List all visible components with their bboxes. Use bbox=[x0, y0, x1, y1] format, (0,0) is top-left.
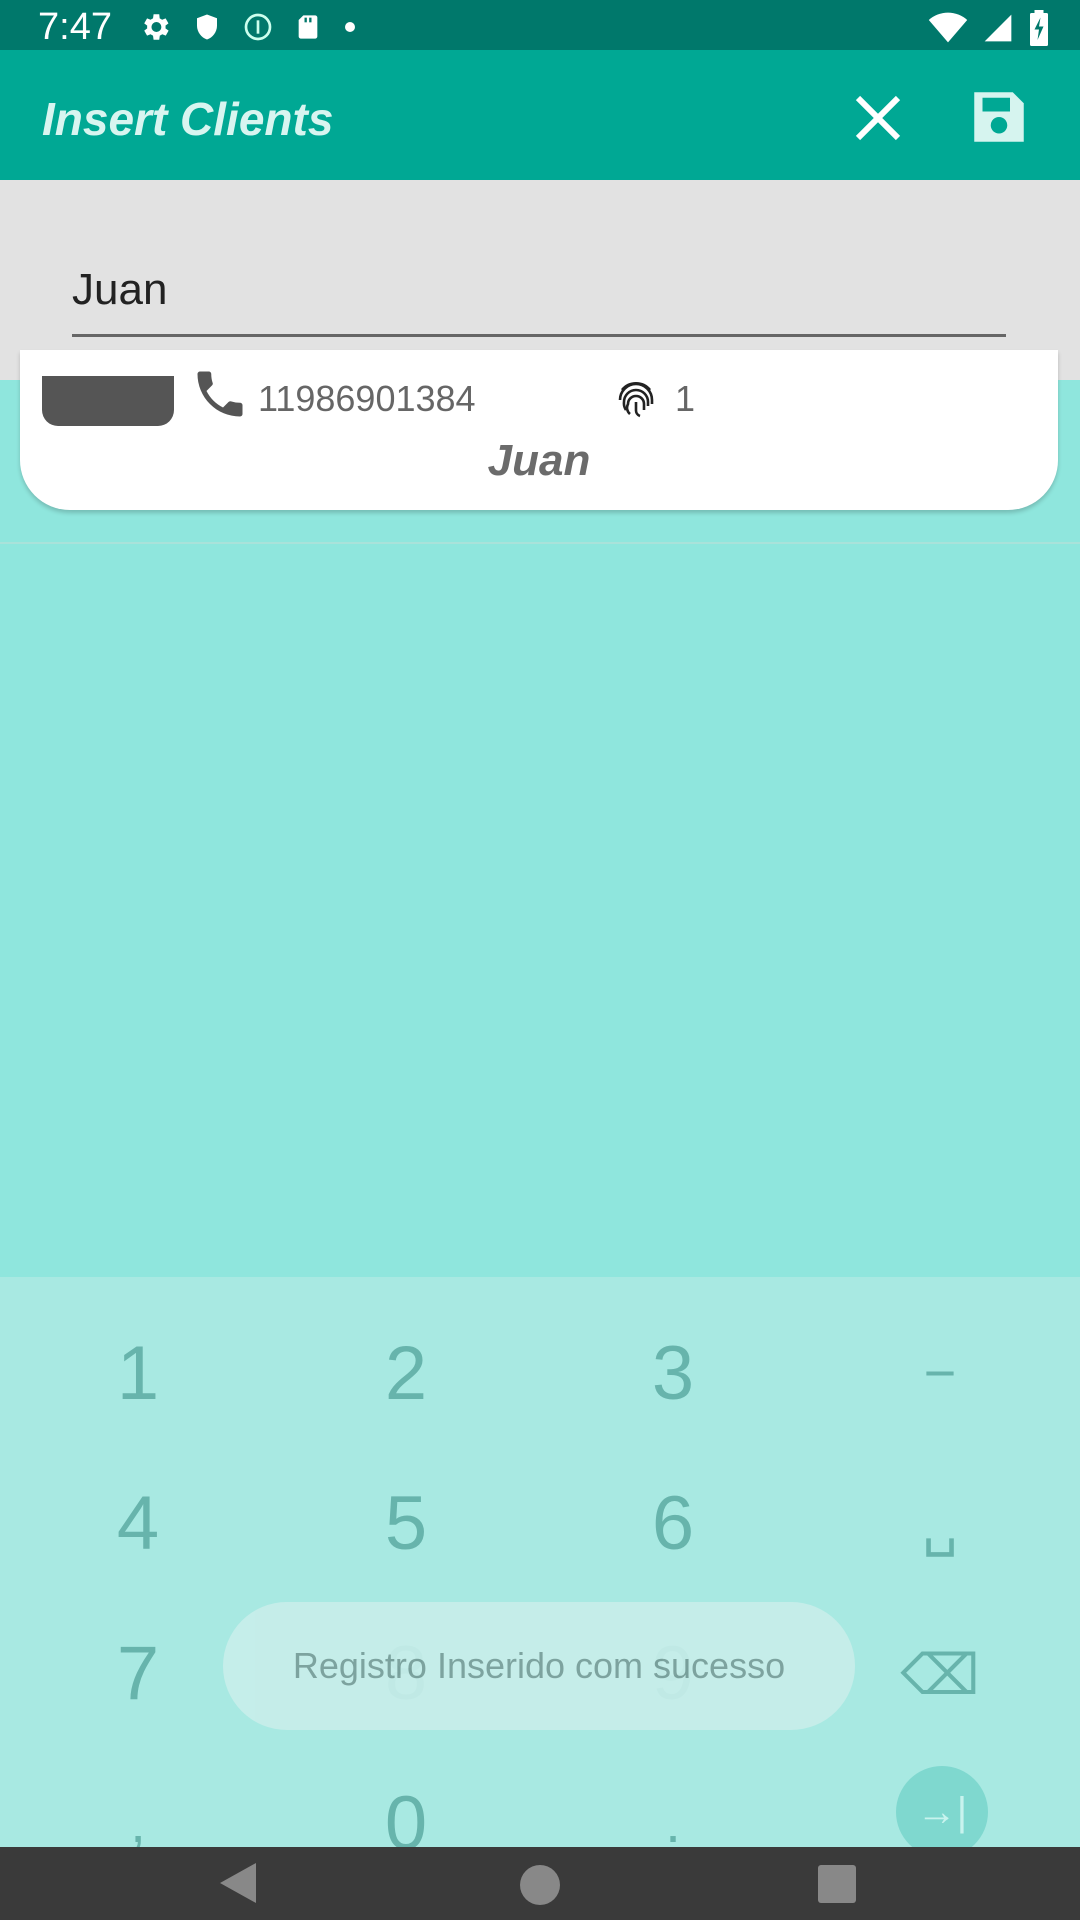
back-icon[interactable] bbox=[216, 1859, 260, 1912]
key-comma[interactable]: , bbox=[48, 1790, 228, 1855]
client-phone: 11986901384 bbox=[258, 378, 476, 419]
status-time: 7:47 bbox=[38, 6, 112, 48]
key-period[interactable]: . bbox=[583, 1790, 763, 1855]
next-field-icon: →| bbox=[916, 1789, 968, 1834]
recents-icon[interactable] bbox=[818, 1865, 856, 1903]
key-1[interactable]: 1 bbox=[48, 1330, 228, 1417]
key-7[interactable]: 7 bbox=[48, 1630, 228, 1717]
signal-icon bbox=[982, 12, 1014, 49]
toast-text: Registro Inserido com sucesso bbox=[292, 1645, 786, 1686]
client-list: 11986901384 1 Juan bbox=[0, 350, 1080, 544]
phone-icon bbox=[190, 364, 250, 424]
input-underline bbox=[72, 334, 1006, 337]
key-6[interactable]: 6 bbox=[583, 1480, 763, 1567]
home-icon[interactable] bbox=[520, 1865, 560, 1905]
key-3[interactable]: 3 bbox=[583, 1330, 763, 1417]
avatar bbox=[42, 376, 174, 426]
save-icon[interactable] bbox=[966, 84, 1032, 150]
info-icon bbox=[242, 11, 274, 48]
settings-icon bbox=[138, 10, 172, 49]
fingerprint-icon bbox=[612, 374, 660, 422]
key-next[interactable]: →| bbox=[896, 1766, 988, 1858]
client-name: Juan bbox=[487, 436, 591, 485]
close-icon[interactable] bbox=[848, 88, 908, 148]
key-minus[interactable]: − bbox=[850, 1340, 1030, 1405]
key-backspace[interactable]: ⌫ bbox=[850, 1642, 1030, 1708]
app-bar: Insert Clients bbox=[0, 50, 1080, 180]
dot-icon bbox=[342, 19, 358, 40]
sd-card-icon bbox=[294, 10, 322, 49]
wifi-icon bbox=[928, 12, 968, 49]
key-space[interactable]: ␣ bbox=[850, 1492, 1030, 1558]
nav-bar bbox=[0, 1847, 1080, 1920]
client-name-input[interactable] bbox=[72, 260, 1006, 320]
shield-icon bbox=[192, 10, 222, 49]
toast-message: Registro Inserido com sucesso bbox=[223, 1602, 855, 1730]
key-4[interactable]: 4 bbox=[48, 1480, 228, 1567]
key-2[interactable]: 2 bbox=[316, 1330, 496, 1417]
status-bar: 7:47 bbox=[0, 0, 1080, 50]
page-title: Insert Clients bbox=[42, 93, 334, 145]
client-card[interactable]: 11986901384 1 Juan bbox=[20, 350, 1058, 510]
client-count: 1 bbox=[675, 378, 696, 419]
battery-icon bbox=[1028, 10, 1050, 51]
divider bbox=[0, 542, 1080, 544]
key-5[interactable]: 5 bbox=[316, 1480, 496, 1567]
